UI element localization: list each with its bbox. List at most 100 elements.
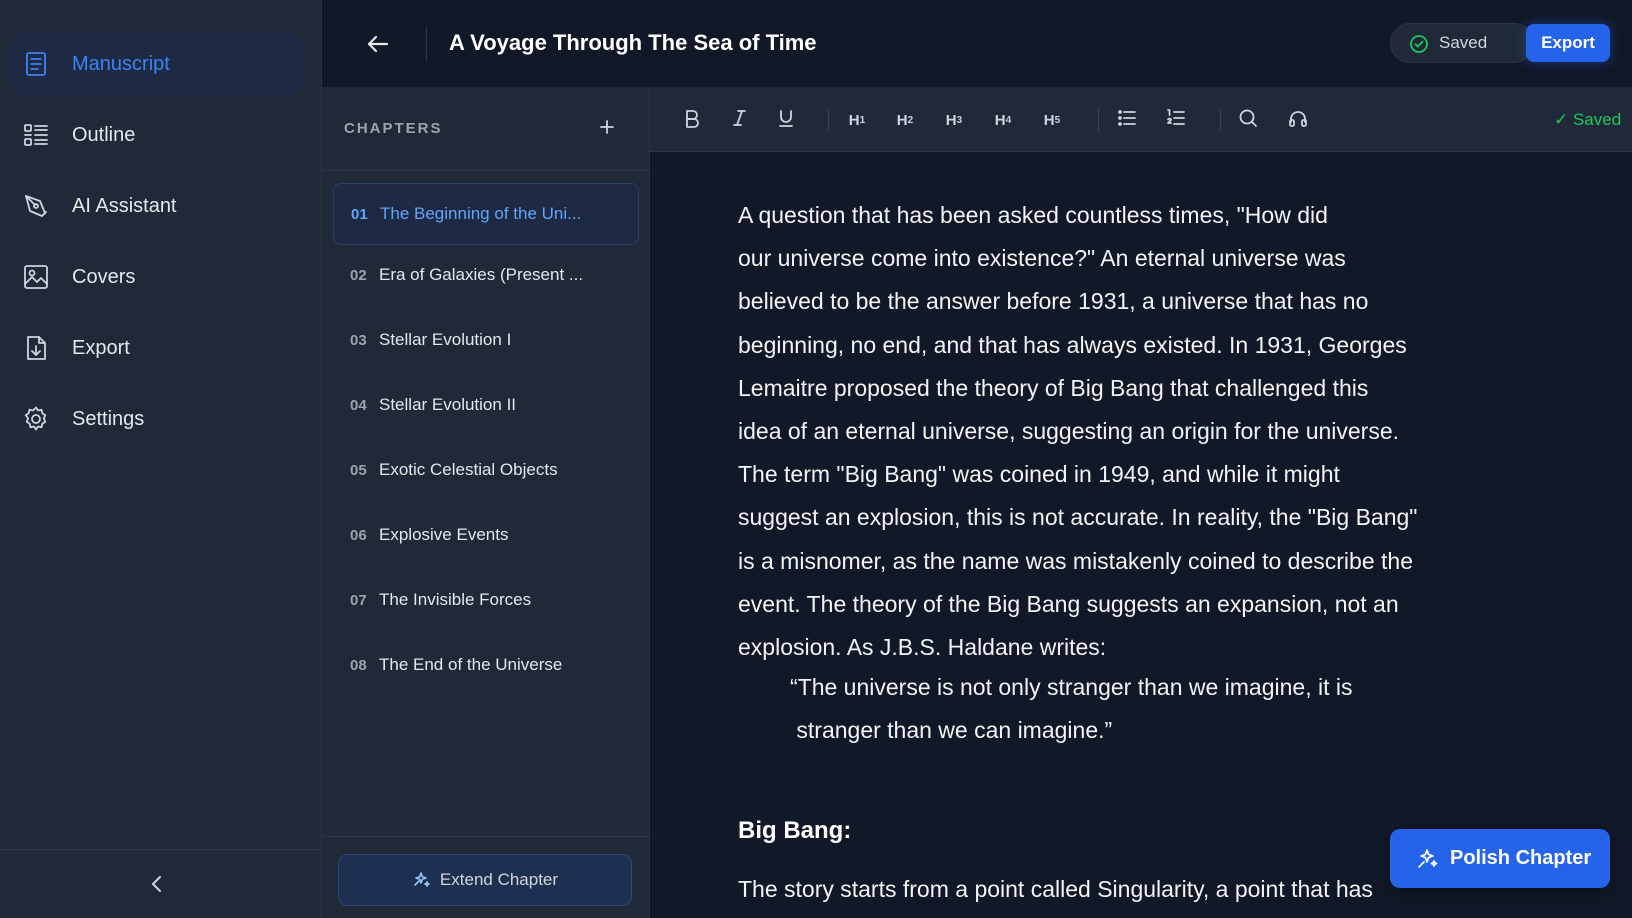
headphones-icon	[1287, 107, 1309, 134]
nav-item-label: Manuscript	[72, 52, 170, 75]
chapter-item[interactable]: 02 Era of Galaxies (Present ...	[333, 245, 639, 307]
toolbar-separator	[1220, 108, 1221, 132]
chapter-title: The End of the Universe	[379, 655, 563, 674]
chapter-item[interactable]: 06 Explosive Events	[333, 505, 639, 567]
chapter-title: Stellar Evolution I	[379, 330, 512, 349]
polish-chapter-button[interactable]: Polish Chapter	[1390, 829, 1610, 888]
paragraph[interactable]: The story starts from a point called Sin…	[738, 868, 1478, 911]
header-divider	[426, 26, 427, 62]
page-title: A Voyage Through The Sea of Time	[449, 30, 817, 55]
heading-4-button[interactable]: H4	[989, 106, 1017, 134]
chapter-number: 07	[350, 592, 367, 609]
sparkles-icon	[1416, 847, 1440, 871]
saved-status-label: Saved	[1439, 33, 1488, 52]
heading-1-button[interactable]: H1	[843, 106, 871, 134]
nav-item-label: Covers	[72, 265, 136, 288]
saved-status-badge: Saved	[1390, 23, 1534, 63]
listen-button[interactable]	[1284, 106, 1312, 134]
italic-icon	[728, 107, 750, 134]
chapter-title: The Invisible Forces	[379, 590, 532, 609]
chapter-item[interactable]: 07 The Invisible Forces	[333, 570, 639, 632]
polish-chapter-label: Polish Chapter	[1450, 847, 1592, 869]
heading-2-sub: 2	[907, 114, 914, 126]
chapter-number: 05	[350, 462, 367, 479]
export-button[interactable]: Export	[1526, 24, 1610, 62]
toolbar-separator	[828, 108, 829, 132]
nav-item-settings[interactable]: Settings	[10, 388, 304, 450]
text-line: suggest an explosion, this is not accura…	[738, 504, 1418, 531]
nav-divider	[0, 849, 322, 850]
section-heading[interactable]: Big Bang:	[738, 817, 851, 845]
chapter-item[interactable]: 04 Stellar Evolution II	[333, 375, 639, 437]
bold-button[interactable]	[678, 106, 706, 134]
extend-chapter-label: Extend Chapter	[439, 870, 559, 889]
underline-button[interactable]	[772, 106, 800, 134]
chapter-item[interactable]: 01 The Beginning of the Uni...	[333, 183, 639, 245]
top-bar: A Voyage Through The Sea of Time Saved E…	[322, 0, 1632, 88]
search-button[interactable]	[1234, 106, 1262, 134]
quote-line: “The universe is not only stranger than …	[790, 674, 1353, 700]
outline-icon	[22, 121, 50, 149]
heading-4-label: H	[994, 111, 1006, 129]
search-icon	[1237, 107, 1259, 134]
nav-item-manuscript[interactable]: Manuscript	[10, 33, 304, 95]
file-download-icon	[22, 334, 50, 362]
heading-2-button[interactable]: H2	[891, 106, 919, 134]
text-line: our universe come into existence?" An et…	[738, 245, 1346, 272]
quote-line: stranger than we can imagine.”	[790, 717, 1113, 744]
underline-icon	[775, 107, 797, 134]
bullet-list-icon	[1116, 107, 1138, 134]
chapter-number: 08	[350, 657, 367, 674]
chapter-number: 04	[350, 397, 367, 414]
text-line: explosion. As J.B.S. Haldane writes:	[738, 634, 1107, 661]
nav-item-label: Outline	[72, 123, 136, 146]
nav-item-export[interactable]: Export	[10, 317, 304, 379]
heading-1-sub: 1	[859, 114, 866, 126]
text-line: Lemaitre proposed the theory of Big Bang…	[738, 374, 1369, 401]
chapters-panel: CHAPTERS 01 The Beginning of the Uni... …	[322, 88, 650, 918]
chapter-item[interactable]: 05 Exotic Celestial Objects	[333, 440, 639, 502]
chapters-heading: CHAPTERS	[344, 120, 443, 137]
numbered-list-icon	[1165, 107, 1187, 134]
heading-1-label: H	[848, 111, 860, 129]
nav-item-ai-assistant[interactable]: AI Assistant	[10, 175, 304, 237]
chapter-item[interactable]: 03 Stellar Evolution I	[333, 310, 639, 372]
document-icon	[22, 50, 50, 78]
bullet-list-button[interactable]	[1113, 106, 1141, 134]
editor-toolbar: H1 H2 H3 H4 H5 ✓ Saved	[650, 88, 1632, 152]
check-circle-icon	[1409, 34, 1429, 54]
editor-content[interactable]: A question that has been asked countless…	[650, 152, 1632, 918]
heading-2-label: H	[896, 111, 908, 129]
heading-5-button[interactable]: H5	[1038, 106, 1066, 134]
nav-item-outline[interactable]: Outline	[10, 104, 304, 166]
plus-icon	[594, 120, 620, 144]
paragraph[interactable]: A question that has been asked countless…	[738, 194, 1478, 669]
chapter-title: The Beginning of the Uni...	[380, 204, 582, 223]
chapter-title: Explosive Events	[379, 525, 509, 544]
back-button[interactable]	[364, 30, 392, 58]
blockquote[interactable]: “The universe is not only stranger than …	[790, 666, 1430, 752]
heading-5-label: H	[1043, 111, 1055, 129]
text-line: A question that has been asked countless…	[738, 202, 1328, 228]
chapters-footer-divider	[322, 836, 650, 837]
text-line: event. The theory of the Big Bang sugges…	[738, 590, 1399, 617]
nav-item-label: Export	[72, 336, 130, 359]
italic-button[interactable]	[725, 106, 753, 134]
heading-3-button[interactable]: H3	[940, 106, 968, 134]
collapse-sidebar-button[interactable]	[145, 872, 169, 896]
chevron-left-icon	[145, 876, 169, 900]
numbered-list-button[interactable]	[1162, 106, 1190, 134]
chapter-item[interactable]: 08 The End of the Universe	[333, 635, 639, 697]
heading-5-sub: 5	[1054, 114, 1061, 126]
text-line: The term "Big Bang" was coined in 1949, …	[738, 461, 1340, 488]
bold-icon	[681, 107, 703, 134]
extend-chapter-button[interactable]: Extend Chapter	[338, 854, 632, 906]
image-icon	[22, 263, 50, 291]
nav-item-covers[interactable]: Covers	[10, 246, 304, 308]
chapters-divider	[322, 170, 650, 171]
heading-3-sub: 3	[956, 114, 963, 126]
add-chapter-button[interactable]	[594, 114, 620, 140]
chapter-number: 02	[350, 267, 367, 284]
gear-icon	[22, 405, 50, 433]
chapter-title: Era of Galaxies (Present ...	[379, 265, 584, 284]
